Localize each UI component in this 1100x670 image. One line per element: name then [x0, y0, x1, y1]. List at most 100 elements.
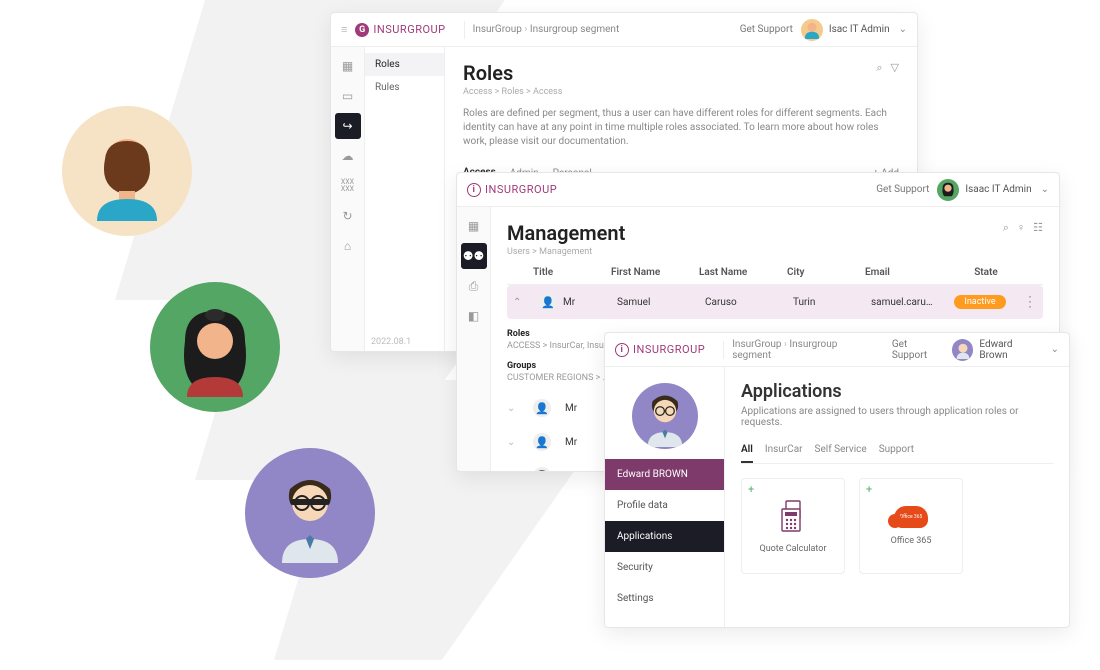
topbar: iINSURGROUP InsurGroupInsurgroup segment…: [605, 333, 1069, 367]
toolbar-icons: ⌕ ♀ ☷: [1003, 221, 1043, 235]
side-panel: Roles Rules: [365, 47, 445, 351]
profile-name[interactable]: Edward BROWN: [605, 459, 724, 490]
add-icon: +: [748, 483, 754, 496]
persona-avatar-1: [62, 106, 192, 236]
get-support-link[interactable]: Get Support: [876, 184, 929, 195]
breadcrumb: InsurGroupInsurgroup segment: [732, 339, 876, 361]
rail-item[interactable]: ⎙: [461, 273, 487, 299]
rail-item[interactable]: ☁: [335, 143, 361, 169]
persona-avatar-3: [245, 448, 375, 578]
tab-all[interactable]: All: [741, 438, 753, 463]
menu-icon[interactable]: ≡: [341, 23, 347, 36]
add-icon: +: [866, 483, 872, 496]
page-title: Roles: [463, 61, 876, 85]
col-email: Email: [865, 267, 943, 278]
app-card-quote-calculator[interactable]: + Quote Calculator: [741, 478, 845, 574]
cell-first: Samuel: [617, 297, 697, 308]
brand-logo: iINSURGROUP: [467, 183, 557, 197]
topbar: ≡ GINSURGROUP InsurGroupInsurgroup segme…: [331, 13, 917, 47]
app-label: Quote Calculator: [760, 544, 827, 554]
search-icon[interactable]: ⌕: [1003, 221, 1009, 235]
table-row[interactable]: ⌃ 👤Mr Samuel Caruso Turin samuel.caruso……: [507, 285, 1043, 319]
rail-item[interactable]: ▭: [335, 83, 361, 109]
side-item-rules[interactable]: Rules: [365, 76, 444, 99]
rail-item[interactable]: ↻: [335, 203, 361, 229]
rail-item[interactable]: ◧: [461, 303, 487, 329]
search-icon[interactable]: ⌕: [876, 61, 882, 75]
table-header: Title First Name Last Name City Email St…: [507, 257, 1043, 285]
avatar: [952, 339, 973, 361]
col-state: State: [951, 267, 1021, 278]
page-description: Roles are defined per segment, thus a us…: [463, 107, 899, 149]
expand-icon[interactable]: ⌄: [507, 403, 525, 414]
user-menu[interactable]: Isac IT Admin: [801, 19, 907, 41]
tab-selfservice[interactable]: Self Service: [815, 438, 867, 463]
expand-icon[interactable]: ⌄: [507, 437, 525, 448]
rail-item-users[interactable]: ⚉⚉: [461, 243, 487, 269]
chevron-down-icon: [1048, 344, 1059, 355]
page-title: Management: [507, 221, 1003, 245]
avatar: [801, 19, 823, 41]
user-menu[interactable]: Edward Brown: [952, 339, 1059, 361]
status-badge: Inactive: [954, 295, 1005, 309]
nav-security[interactable]: Security: [605, 552, 724, 583]
chevron-down-icon: [1038, 184, 1049, 195]
version-label: 2022.08.1: [371, 337, 411, 347]
brand-logo: GINSURGROUP: [355, 23, 445, 37]
nav-profile-data[interactable]: Profile data: [605, 490, 724, 521]
page-breadcrumb: Users > Management: [507, 247, 1003, 257]
user-menu[interactable]: Isaac IT Admin: [937, 179, 1049, 201]
brand-logo: iINSURGROUP: [615, 343, 705, 357]
rail-item[interactable]: ▦: [335, 53, 361, 79]
col-last: Last Name: [699, 267, 779, 278]
cell-last: Caruso: [705, 297, 785, 308]
expand-icon[interactable]: ⌃: [513, 297, 531, 308]
breadcrumb: InsurGroupInsurgroup segment: [473, 24, 620, 35]
persona-avatar-2: [150, 282, 280, 412]
filter-icon[interactable]: ♀: [1017, 221, 1025, 235]
topbar: iINSURGROUP Get Support Isaac IT Admin: [457, 173, 1059, 207]
cell-email: samuel.caruso…: [871, 297, 937, 308]
profile-avatar: [632, 383, 698, 449]
page-breadcrumb: Access > Roles > Access: [463, 87, 876, 97]
page-title: Applications: [741, 381, 1053, 402]
cell-city: Turin: [793, 297, 863, 308]
side-item-roles[interactable]: Roles: [365, 53, 444, 76]
col-city: City: [787, 267, 857, 278]
nav-applications[interactable]: Applications: [605, 521, 724, 552]
app-card-office365[interactable]: + Office 365 Office 365: [859, 478, 963, 574]
cell-state: Inactive: [945, 295, 1015, 309]
rail-item[interactable]: ⌂: [335, 233, 361, 259]
rail-item[interactable]: XXXXXX: [335, 173, 361, 199]
tab-support[interactable]: Support: [879, 438, 914, 463]
user-icon: 👤: [533, 399, 551, 417]
office-icon: Office 365: [894, 506, 928, 528]
settings-icon[interactable]: ☷: [1033, 221, 1043, 235]
app-label: Office 365: [891, 536, 932, 546]
get-support-link[interactable]: Get Support: [892, 339, 944, 361]
col-title: Title: [533, 267, 603, 278]
user-icon: 👩: [533, 467, 551, 471]
col-first: First Name: [611, 267, 691, 278]
expand-icon[interactable]: ⌄: [507, 471, 525, 472]
user-icon: 👤: [533, 433, 551, 451]
toolbar-icons: ⌕ ▽: [876, 61, 899, 75]
window-applications: iINSURGROUP InsurGroupInsurgroup segment…: [604, 332, 1070, 628]
nav-settings[interactable]: Settings: [605, 583, 724, 614]
rail-item-active[interactable]: ↪: [335, 113, 361, 139]
avatar: [937, 179, 959, 201]
nav-rail: ▦ ▭ ↪ ☁ XXXXXX ↻ ⌂: [331, 47, 365, 351]
page-description: Applications are assigned to users throu…: [741, 406, 1053, 428]
rail-item[interactable]: ▦: [461, 213, 487, 239]
row-actions-icon[interactable]: ⋮: [1023, 294, 1037, 310]
get-support-link[interactable]: Get Support: [740, 24, 793, 35]
content-area: Applications Applications are assigned t…: [725, 367, 1069, 627]
user-icon: 👤: [539, 293, 557, 311]
tab-insurcar[interactable]: InsurCar: [765, 438, 803, 463]
calculator-icon: [778, 499, 808, 536]
nav-rail: ▦ ⚉⚉ ⎙ ◧: [457, 207, 491, 471]
tabs: All InsurCar Self Service Support: [741, 438, 1053, 464]
chevron-down-icon: [896, 24, 907, 35]
filter-icon[interactable]: ▽: [891, 61, 899, 75]
profile-panel: Edward BROWN Profile data Applications S…: [605, 367, 725, 627]
